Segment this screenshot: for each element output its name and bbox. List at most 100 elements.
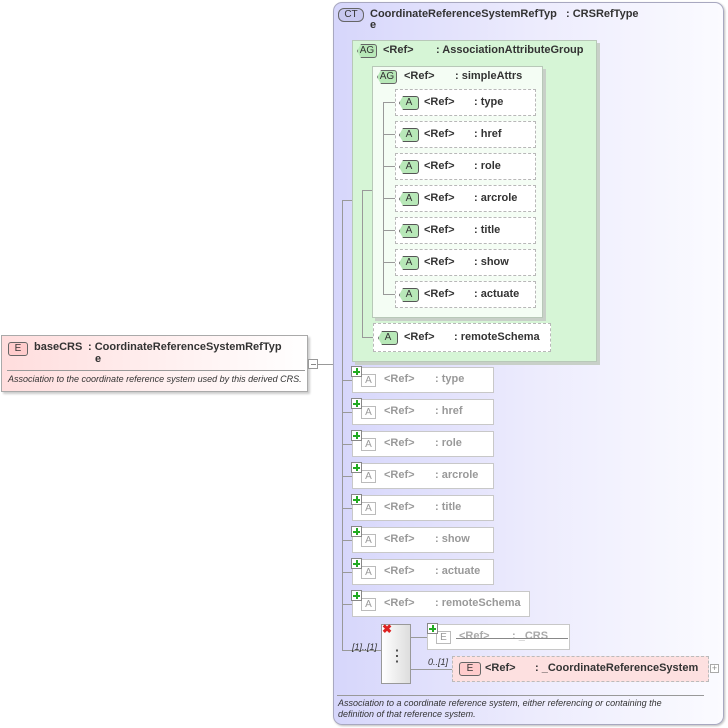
attribute-row[interactable]: A <Ref> : href [395, 121, 536, 148]
complex-type-name-wrap: e [370, 19, 377, 31]
choice-icon: ⋮ [389, 648, 405, 665]
inherited-attribute-row[interactable]: A <Ref> : type [352, 367, 494, 393]
expand-icon[interactable] [351, 494, 362, 505]
attribute-icon: A [361, 502, 376, 515]
expand-icon[interactable] [351, 366, 362, 377]
attribute-icon: A [399, 160, 419, 174]
attribute-row[interactable]: A <Ref> : show [395, 249, 536, 276]
inherited-attribute-row[interactable]: A <Ref> : actuate [352, 559, 494, 585]
ref-label: <Ref> [424, 288, 455, 300]
ref-label: <Ref> [384, 533, 415, 545]
attribute-icon: A [399, 128, 419, 142]
attribute-icon: A [399, 256, 419, 270]
ref-label: <Ref> [384, 565, 415, 577]
ref-label: <Ref> [384, 437, 415, 449]
expand-icon[interactable] [351, 526, 362, 537]
attribute-group-name: : AssociationAttributeGroup [436, 44, 584, 56]
attribute-row[interactable]: A <Ref> : role [395, 153, 536, 180]
ref-label: <Ref> [459, 630, 490, 642]
ref-label: <Ref> [384, 501, 415, 513]
attribute-name: : show [435, 533, 470, 545]
ref-label: <Ref> [383, 44, 414, 56]
attribute-icon: A [361, 438, 376, 451]
attribute-icon: A [399, 96, 419, 110]
expand-toggle[interactable]: + [710, 664, 719, 673]
inherited-attribute-row[interactable]: A <Ref> : show [352, 527, 494, 553]
attribute-row[interactable]: A <Ref> : type [395, 89, 536, 116]
expand-icon[interactable] [351, 430, 362, 441]
element-coordinate-reference-system[interactable]: E <Ref> : _CoordinateReferenceSystem [452, 656, 709, 682]
connector [362, 190, 372, 191]
attribute-name: : href [435, 405, 463, 417]
attribute-name: : title [435, 501, 462, 513]
connector [383, 230, 395, 231]
attribute-name: : type [474, 96, 504, 108]
choice-cardinality: [1]..[1] [352, 642, 378, 652]
attribute-row[interactable]: A <Ref> : actuate [395, 281, 536, 308]
sequence-line [342, 200, 343, 650]
connector [383, 102, 395, 103]
connector [342, 444, 352, 445]
attribute-icon: A [361, 470, 376, 483]
attribute-icon: A [378, 331, 398, 345]
attribute-icon: A [399, 192, 419, 206]
attribute-group-icon: AG [357, 44, 377, 58]
inherited-attribute-row[interactable]: A <Ref> : role [352, 431, 494, 457]
ref-label: <Ref> [404, 70, 435, 82]
attribute-row[interactable]: A <Ref> : arcrole [395, 185, 536, 212]
expand-icon[interactable] [351, 462, 362, 473]
ref-label: <Ref> [424, 96, 455, 108]
complex-type-icon: CT [338, 8, 364, 22]
connector [342, 476, 352, 477]
element-badge: E [436, 631, 451, 644]
ref-label: <Ref> [384, 469, 415, 481]
attribute-name: : arcrole [435, 469, 479, 481]
base-element[interactable]: E baseCRS : CoordinateReferenceSystemRef… [1, 335, 308, 392]
expand-icon[interactable] [427, 623, 438, 634]
element-description: Association to the coordinate reference … [8, 374, 302, 384]
attribute-name: : show [474, 256, 509, 268]
inherited-attribute-row[interactable]: A <Ref> : remoteSchema [352, 591, 530, 617]
expand-icon[interactable] [351, 398, 362, 409]
attribute-icon: A [361, 534, 376, 547]
inherited-attribute-row[interactable]: A <Ref> : href [352, 399, 494, 425]
attribute-name: : actuate [435, 565, 481, 577]
inherited-attribute-row[interactable]: A <Ref> : arcrole [352, 463, 494, 489]
attribute-icon: A [361, 374, 376, 387]
connector [342, 604, 352, 605]
attribute-name: : type [435, 373, 465, 385]
ref-label: <Ref> [384, 405, 415, 417]
ref-label: <Ref> [424, 224, 455, 236]
connector [411, 637, 427, 638]
strikethrough [456, 638, 568, 639]
attribute-name: : role [435, 437, 462, 449]
attribute-row[interactable]: A <Ref> : title [395, 217, 536, 244]
connector [342, 508, 352, 509]
complex-type-name: CoordinateReferenceSystemRefTyp [370, 8, 557, 20]
inner-group-name: : simpleAttrs [455, 70, 523, 82]
error-icon: ✖ [382, 622, 393, 636]
element-badge: E [459, 662, 481, 676]
connector [383, 262, 395, 263]
attribute-name: : remoteSchema [454, 331, 540, 343]
connector [383, 294, 395, 295]
attribute-icon: A [399, 224, 419, 238]
collapse-toggle[interactable] [308, 359, 318, 369]
expand-icon[interactable] [351, 590, 362, 601]
attribute-remote-schema[interactable]: A <Ref> : remoteSchema [373, 323, 551, 352]
attribute-icon: A [361, 598, 376, 611]
divider [337, 695, 704, 696]
element-crs[interactable]: E <Ref> : _CRS [427, 624, 570, 650]
inherited-attribute-row[interactable]: A <Ref> : title [352, 495, 494, 521]
expand-icon[interactable] [351, 558, 362, 569]
element-name: : _CRS [512, 630, 549, 642]
connector [383, 134, 395, 135]
connector [342, 380, 352, 381]
connector [342, 540, 352, 541]
element-type: : CoordinateReferenceSystemRefTyp [88, 341, 282, 353]
attribute-name: : title [474, 224, 501, 236]
complex-type-description: Association to a coordinate reference sy… [338, 698, 662, 719]
element-name: : _CoordinateReferenceSystem [535, 662, 699, 674]
complex-type-base: : CRSRefType [566, 8, 639, 20]
ref-label: <Ref> [404, 331, 435, 343]
